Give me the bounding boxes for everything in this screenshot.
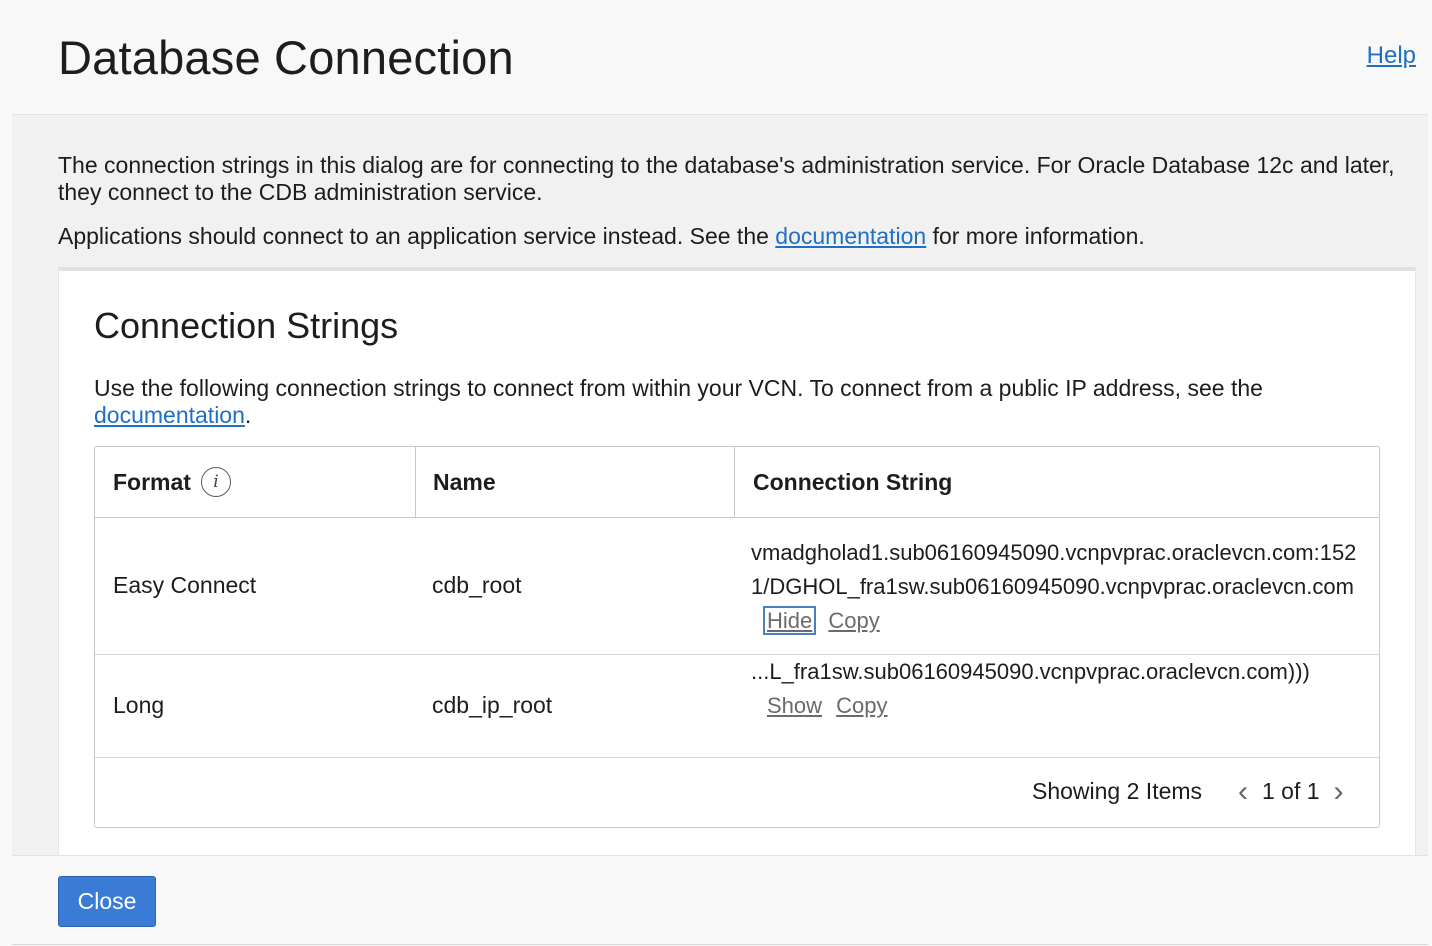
- connection-string-value: ...L_fra1sw.sub06160945090.vcnpvprac.ora…: [751, 659, 1310, 684]
- intro-paragraph: The connection strings in this dialog ar…: [58, 152, 1395, 205]
- intro-paragraph-applications: Applications should connect to an applic…: [58, 223, 1145, 250]
- show-button[interactable]: Show: [767, 693, 822, 718]
- connection-string-column-header: Connection String: [753, 468, 953, 495]
- vcn-documentation-link[interactable]: documentation: [94, 402, 245, 428]
- desc-text-prefix: Use the following connection strings to …: [94, 375, 1263, 401]
- table-header-row: Format i Name Connection String: [95, 447, 1379, 518]
- format-column-header: Format i: [113, 447, 231, 517]
- table-footer: Showing 2 Items ‹ 1 of 1 ›: [95, 758, 1379, 826]
- help-link[interactable]: Help: [1367, 42, 1416, 70]
- hide-button[interactable]: Hide: [762, 606, 817, 635]
- chevron-right-icon[interactable]: ›: [1334, 776, 1344, 806]
- items-count: Showing 2 Items: [1032, 778, 1203, 804]
- column-divider: [734, 447, 735, 517]
- dialog-title: Database Connection: [58, 31, 514, 84]
- dialog-header: Database Connection Help: [12, 0, 1428, 115]
- connection-string-cell: vmadgholad1.sub06160945090.vcnpvprac.ora…: [751, 536, 1366, 638]
- table-row: Easy Connect cdb_root vmadgholad1.sub061…: [95, 518, 1379, 655]
- format-cell: Easy Connect: [113, 572, 257, 598]
- dialog-body: The connection strings in this dialog ar…: [12, 115, 1428, 871]
- desc-text-suffix: .: [244, 402, 252, 428]
- format-header-label: Format: [113, 468, 191, 495]
- copy-button[interactable]: Copy: [828, 608, 879, 633]
- pagination: ‹ 1 of 1 ›: [1238, 776, 1344, 806]
- chevron-left-icon[interactable]: ‹: [1238, 776, 1248, 806]
- name-column-header: Name: [433, 468, 496, 495]
- copy-button[interactable]: Copy: [836, 693, 887, 718]
- connection-strings-table: Format i Name Connection String Easy Con…: [94, 446, 1380, 828]
- dialog-footer: Close: [12, 855, 1428, 945]
- info-icon[interactable]: i: [200, 467, 231, 497]
- connection-string-value: vmadgholad1.sub06160945090.vcnpvprac.ora…: [751, 540, 1357, 599]
- intro-text-prefix: Applications should connect to an applic…: [58, 223, 769, 249]
- close-button[interactable]: Close: [58, 876, 156, 927]
- column-divider: [415, 447, 416, 517]
- connection-strings-title: Connection Strings: [94, 305, 399, 346]
- connection-strings-panel: Connection Strings Use the following con…: [58, 267, 1416, 871]
- connection-strings-description: Use the following connection strings to …: [94, 375, 1344, 429]
- connection-string-cell: ...L_fra1sw.sub06160945090.vcnpvprac.ora…: [751, 655, 1371, 723]
- name-cell: cdb_ip_root: [432, 692, 553, 718]
- page-indicator: 1 of 1: [1262, 778, 1320, 804]
- documentation-link[interactable]: documentation: [775, 223, 926, 249]
- format-cell: Long: [113, 692, 165, 718]
- intro-text-suffix: for more information.: [932, 223, 1145, 249]
- name-cell: cdb_root: [432, 572, 522, 598]
- table-row: Long cdb_ip_root ...L_fra1sw.sub06160945…: [95, 655, 1379, 758]
